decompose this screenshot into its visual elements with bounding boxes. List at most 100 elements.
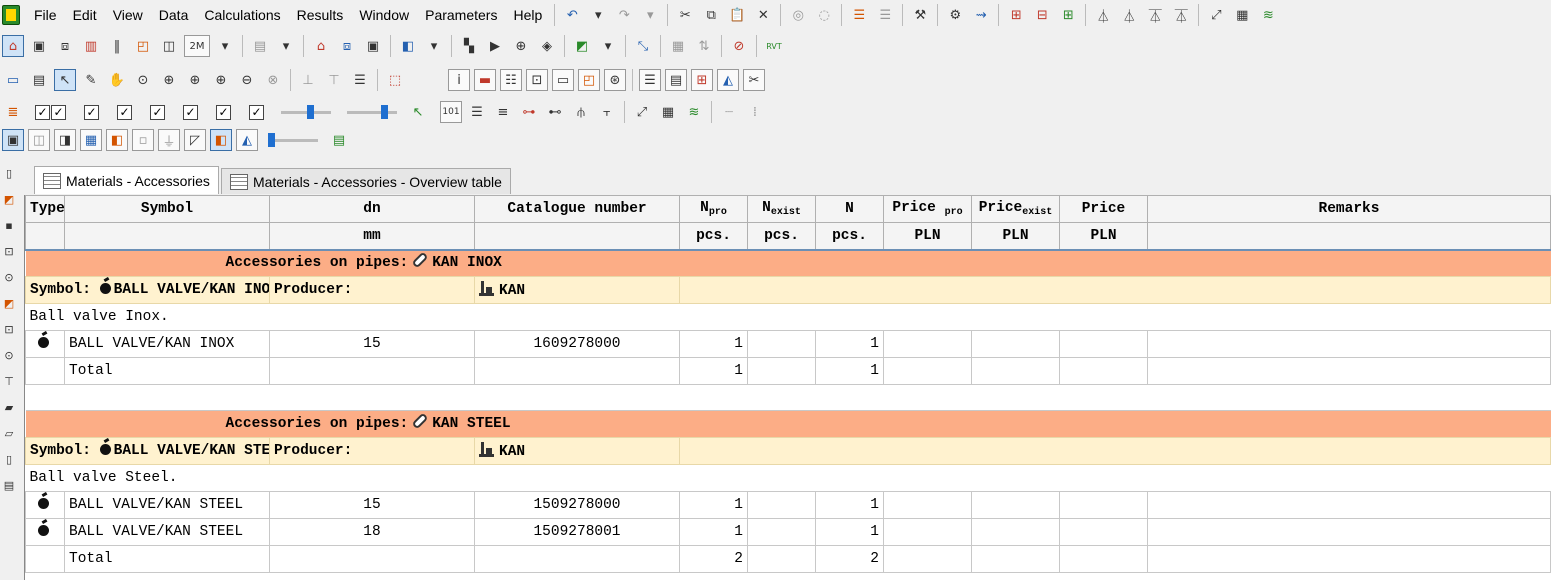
pricepro-cell[interactable] [883,491,972,519]
dashed-line-icon[interactable]: ┈ [718,101,740,123]
tab-materials-accessories[interactable]: Materials - Accessories [34,166,219,194]
zoom-window-icon[interactable]: ⊕ [184,69,206,91]
fitting-icon[interactable]: ⊡ [526,69,548,91]
stop-icon[interactable]: ⊘ [728,35,750,57]
checkbox-4[interactable]: ✓ [117,104,132,120]
npro-cell[interactable]: 1 [679,491,748,519]
priceexist-cell[interactable] [971,518,1060,546]
symbol-row[interactable]: Symbol: BALL VALVE/KAN STEEL Producer: K… [25,437,1551,465]
section-row[interactable]: Accessories on pipes: KAN STEEL [25,410,1551,438]
view-list-icon[interactable]: ▤ [249,35,271,57]
riser-icon[interactable]: ‖ [106,35,128,57]
dim-angle-icon[interactable]: ⫟ [596,101,618,123]
left-tool-3-icon[interactable]: ▪ [2,216,16,234]
insert-icon[interactable]: ⊞ [1005,4,1027,26]
zoom-in-icon[interactable]: ⊕ [158,69,180,91]
undo-dropdown-icon[interactable]: ▾ [587,4,609,26]
view-mode-8-icon[interactable]: ◸ [184,129,206,151]
dim-10-icon[interactable]: ⊷ [544,101,566,123]
checkbox-1[interactable]: ✓ [35,104,50,120]
col-price[interactable]: Price [1059,195,1148,223]
view-mode-1-icon[interactable]: ▣ [2,129,24,151]
view-mode-9-icon[interactable]: ◧ [210,129,232,151]
shapes-icon[interactable]: ◭ [717,69,739,91]
left-tool-6-icon[interactable]: ◩ [2,294,16,312]
transparency-slider[interactable] [281,105,331,119]
view-list-dropdown-icon[interactable]: ▾ [275,35,297,57]
mirror-horizontal-alt-icon[interactable]: ⏄ [1170,4,1192,26]
menu-view[interactable]: View [105,0,151,30]
revit-icon[interactable]: RVT [763,35,785,57]
left-tool-7-icon[interactable]: ⊡ [2,320,16,338]
col-nexist[interactable]: Nexist [747,195,816,223]
flow-icon[interactable]: ⇝ [970,4,992,26]
sort-icon[interactable]: ⇅ [693,35,715,57]
col-symbol[interactable]: Symbol [64,195,270,223]
col-dn[interactable]: dn [269,195,475,223]
checkbox-7[interactable]: ✓ [216,104,231,120]
redo-dropdown-icon[interactable]: ▾ [639,4,661,26]
total-row[interactable]: Total 2 2 [25,545,1551,573]
mirror-horizontal-icon[interactable]: ⏄ [1144,4,1166,26]
scissors-icon[interactable]: ✂ [743,69,765,91]
dashed-grid-icon[interactable]: ⁞ [744,101,766,123]
sheet-icon[interactable]: ▣ [362,35,384,57]
view-mode-4-icon[interactable]: ▦ [80,129,102,151]
remarks-cell[interactable] [1147,518,1551,546]
mirror-vertical-alt-icon[interactable]: ⏃ [1118,4,1140,26]
col-n[interactable]: N [815,195,884,223]
nexist-cell[interactable] [747,518,816,546]
zoom-plus-icon[interactable]: ⊕ [210,69,232,91]
pump-icon[interactable]: ⚙ [944,4,966,26]
col-type[interactable]: Type [25,195,65,223]
left-tool-10-icon[interactable]: ▰ [2,398,16,416]
view-mode-3-icon[interactable]: ◨ [54,129,76,151]
coil-icon[interactable]: ≋ [683,101,705,123]
layers-stack-icon[interactable]: ≣ [2,101,24,123]
left-tool-9-icon[interactable]: ⊤ [2,372,16,390]
document-icon[interactable]: ▤ [665,69,687,91]
split-icon[interactable]: ⧈ [54,35,76,57]
view-mode-2-icon[interactable]: ◫ [28,129,50,151]
toolbox-icon[interactable]: ▤ [328,129,350,151]
spiral-icon[interactable]: ◰ [578,69,600,91]
table-row[interactable]: BALL VALVE/KAN INOX 15 1609278000 1 1 [25,330,1551,358]
copy-icon[interactable]: ⧉ [700,4,722,26]
pricepro-cell[interactable] [883,518,972,546]
menu-calculations[interactable]: Calculations [196,0,288,30]
col-pricepro[interactable]: Price pro [883,195,972,223]
info-icon[interactable]: ⅰ [448,69,470,91]
window-dropdown-icon[interactable]: ▾ [423,35,445,57]
view-mode-5-icon[interactable]: ◧ [106,129,128,151]
house-icon[interactable]: ⌂ [2,35,24,57]
left-tool-5-icon[interactable]: ⊙ [2,268,16,286]
opacity-slider[interactable] [347,105,397,119]
layers-off-icon[interactable]: ☰ [874,4,896,26]
valve-tool-icon[interactable]: ⊛ [604,69,626,91]
properties-icon[interactable]: ▤ [28,69,50,91]
radiator-icon[interactable]: ☷ [500,69,522,91]
layers-icon[interactable]: ☰ [848,4,870,26]
gauge-icon[interactable]: ◈ [536,35,558,57]
col-npro[interactable]: Npro [679,195,748,223]
calc-icon[interactable]: ▚ [458,35,480,57]
zoom-preset-icon[interactable]: 2M [184,35,210,57]
align-lines-icon[interactable]: ☰ [466,101,488,123]
dimension-icon[interactable]: ⤢ [1205,4,1227,26]
dim-01-icon[interactable]: ⊶ [518,101,540,123]
scale-icon[interactable]: ⤡ [632,35,654,57]
window-icon[interactable]: ◧ [397,35,419,57]
pan-hand-icon[interactable]: ✋ [106,69,128,91]
remarks-cell[interactable] [1147,491,1551,519]
pen-icon[interactable]: ✎ [80,69,102,91]
align-icon[interactable]: ⊥ [297,69,319,91]
left-tool-12-icon[interactable]: ▯ [2,450,16,468]
pricepro-cell[interactable] [883,330,972,358]
remarks-cell[interactable] [1147,330,1551,358]
3d-view-icon[interactable]: ⬚ [384,69,406,91]
numbering-icon[interactable]: 101 [440,101,462,123]
mirror-vertical-icon[interactable]: ⏃ [1092,4,1114,26]
zoom-preset-dropdown-icon[interactable]: ▾ [214,35,236,57]
undo-icon[interactable]: ↶ [561,4,583,26]
table-row[interactable]: BALL VALVE/KAN STEEL 15 1509278000 1 1 [25,491,1551,519]
